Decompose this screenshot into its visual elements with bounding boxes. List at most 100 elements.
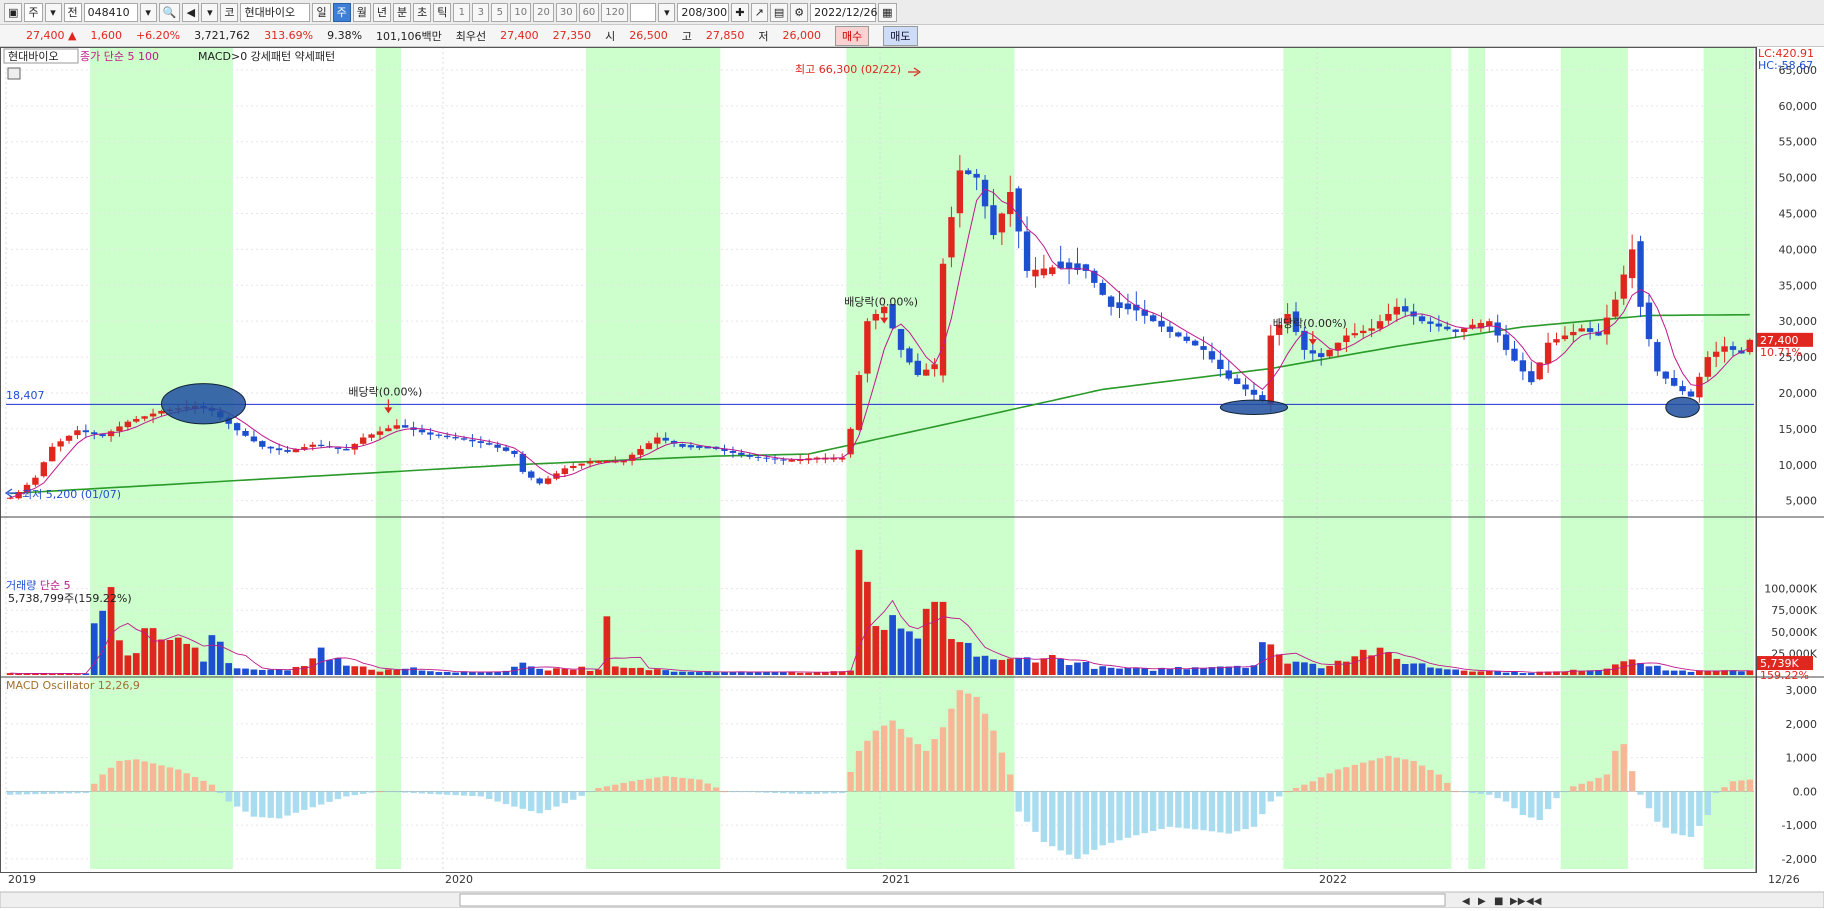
macd-bar xyxy=(914,744,922,792)
speaker-dropdown-icon[interactable]: ▾ xyxy=(201,2,219,22)
interval-20[interactable]: 20 xyxy=(533,2,554,22)
draw-tool-icon[interactable]: ↗ xyxy=(750,2,768,22)
highlight-ellipse xyxy=(160,383,247,425)
interval-dropdown-icon[interactable]: ▾ xyxy=(658,2,676,22)
playback-control-icon[interactable]: ▶ xyxy=(1478,896,1486,907)
date-input[interactable]: 2022/12/26 xyxy=(810,2,878,22)
speaker-icon[interactable]: ◀ xyxy=(182,2,200,22)
period-week[interactable]: 주 xyxy=(332,2,351,22)
price-candle xyxy=(721,444,728,455)
price-candle xyxy=(74,425,81,440)
volume-bar xyxy=(1427,667,1434,675)
price-candle xyxy=(57,438,64,452)
code-input[interactable]: 048410 xyxy=(83,2,138,22)
volume-bar xyxy=(284,670,291,675)
scrollbar-thumb[interactable] xyxy=(459,893,1446,907)
macd-bar xyxy=(82,791,90,794)
count-input[interactable]: 208/300 xyxy=(677,2,730,22)
stock-chart[interactable]: 배당락(0.00%)배당락(0.00%)배당락(0.00%) 65,00060,… xyxy=(0,47,1824,909)
highlight-ellipse xyxy=(1665,396,1700,418)
volume-bar xyxy=(1410,663,1418,675)
macd-bar xyxy=(1334,769,1342,792)
period-year[interactable]: 년 xyxy=(372,2,391,22)
crosshair-icon[interactable]: ✚ xyxy=(731,2,749,22)
interval-1[interactable]: 1 xyxy=(453,2,471,22)
candle-body xyxy=(359,437,367,444)
macd-bar xyxy=(1091,791,1098,850)
volume-bar xyxy=(1166,668,1174,675)
macd-bar xyxy=(1133,791,1140,836)
playback-control-icon[interactable]: ■ xyxy=(1494,896,1503,907)
playback-control-icon[interactable]: ◀◀ xyxy=(1526,896,1542,907)
x-tick-label: 2022 xyxy=(1319,873,1347,886)
open-label: 시 xyxy=(605,29,616,43)
period-day[interactable]: 일 xyxy=(312,2,331,22)
chevron-down-icon[interactable]: ▾ xyxy=(44,2,62,22)
candle-body xyxy=(1435,323,1443,327)
market-select[interactable]: 전 xyxy=(63,2,82,22)
calendar-icon[interactable]: ▦ xyxy=(878,2,897,22)
save-icon[interactable]: ▤ xyxy=(769,2,789,22)
code-dropdown-icon[interactable]: ▾ xyxy=(139,2,157,22)
panel-option-icon[interactable] xyxy=(7,67,21,80)
interval-5[interactable]: 5 xyxy=(491,2,509,22)
playback-control-icon[interactable]: ◀ xyxy=(1462,896,1470,907)
macd-bar xyxy=(1032,791,1039,832)
candle-body xyxy=(561,468,569,475)
chart-area[interactable]: 배당락(0.00%) 배당락(0.00%) 배당락(0.00%) 65,000 60,… xyxy=(0,47,1824,909)
macd-bar xyxy=(1301,784,1308,792)
scrollbar[interactable]: ◀ ▶ ■ ▶▶ ◀◀ xyxy=(0,891,1824,909)
period-second[interactable]: 초 xyxy=(413,2,432,22)
playback-control-icon[interactable]: ▶▶ xyxy=(1510,896,1526,907)
interval-120[interactable]: 120 xyxy=(601,2,629,22)
macd-bar xyxy=(292,791,300,813)
macd-bar xyxy=(687,778,695,792)
interval-60[interactable]: 60 xyxy=(578,2,600,22)
highlight-ellipse xyxy=(1219,399,1289,416)
candle-body xyxy=(107,431,115,437)
search-icon[interactable]: 🔍 xyxy=(158,2,181,22)
period-minute[interactable]: 분 xyxy=(392,2,412,22)
macd-bar xyxy=(1570,786,1577,792)
period-tick[interactable]: 틱 xyxy=(433,2,452,22)
interval-30[interactable]: 30 xyxy=(555,2,577,22)
price-candle xyxy=(250,430,258,443)
chart-settings-icon[interactable]: ▣ xyxy=(4,2,23,22)
macd-bar xyxy=(1452,791,1459,793)
macd-bar xyxy=(511,791,518,807)
type-select[interactable]: 주 xyxy=(24,2,43,22)
macd-bar xyxy=(494,791,501,802)
volume-bar xyxy=(628,668,636,675)
macd-bar xyxy=(65,791,73,794)
best-label: 최우선 xyxy=(455,29,487,43)
period-month[interactable]: 월 xyxy=(352,2,371,22)
candle-body xyxy=(57,441,64,447)
macd-bar xyxy=(1654,791,1661,822)
candle-body xyxy=(1351,333,1359,336)
price-candle xyxy=(813,456,821,464)
volume-bar xyxy=(1435,668,1443,675)
market-kind-label[interactable]: 코 xyxy=(220,2,239,22)
candle-body xyxy=(1217,359,1224,370)
interval-input[interactable] xyxy=(630,2,657,22)
candle-body xyxy=(1502,334,1510,350)
macd-bar xyxy=(1586,781,1594,792)
macd-bar xyxy=(561,791,569,804)
interval-3[interactable]: 3 xyxy=(472,2,490,22)
sell-button[interactable]: 매도 xyxy=(883,25,918,46)
candle-body xyxy=(1149,315,1157,322)
buy-button[interactable]: 매수 xyxy=(835,25,870,46)
macd-bar xyxy=(1360,762,1367,792)
volume-bar xyxy=(326,659,333,675)
interval-10[interactable]: 10 xyxy=(510,2,532,22)
market-cap: 101,106백만 xyxy=(376,29,442,43)
macd-bar xyxy=(99,774,106,792)
gear-icon[interactable]: ⚙ xyxy=(790,2,809,22)
price-candle xyxy=(746,452,753,460)
stock-name[interactable]: 현대바이오 xyxy=(240,2,311,22)
volume-bar xyxy=(1359,649,1367,675)
volume-tick-label: 100,000K xyxy=(1764,583,1817,596)
volume-current-pct: 159.22% xyxy=(1760,669,1809,682)
volume-bar xyxy=(906,631,913,675)
macd-positive-band xyxy=(585,47,721,869)
